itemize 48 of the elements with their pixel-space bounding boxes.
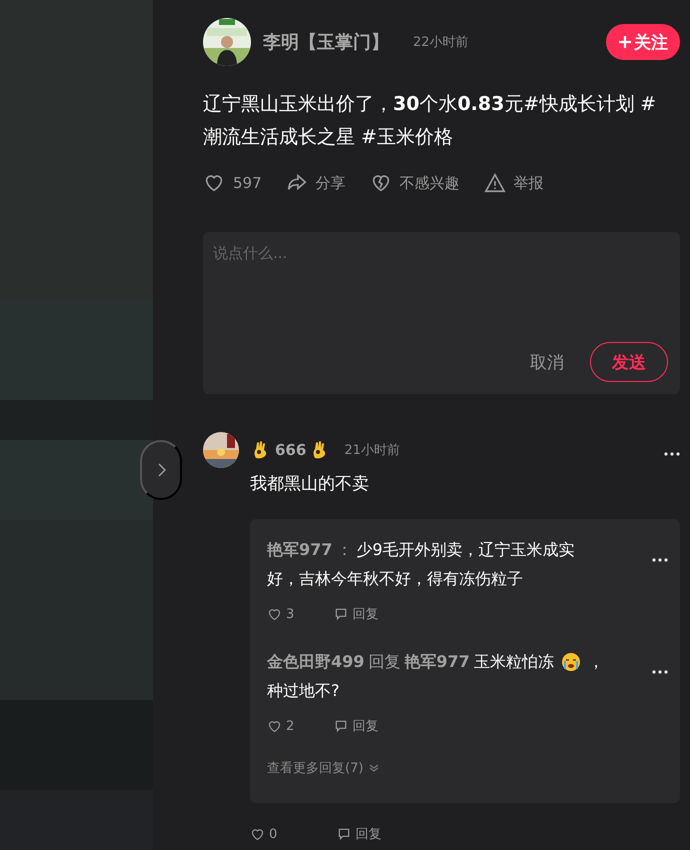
comment-icon — [334, 607, 348, 621]
reply-text: 玉米粒怕冻 — [474, 651, 554, 673]
comment-icon — [334, 719, 348, 733]
ok-hand-icon — [253, 441, 269, 459]
like-count[interactable]: 0 — [250, 826, 278, 842]
warning-icon — [484, 172, 506, 194]
reply-text: 好，吉林今年秋不好，得有冻伤粒子 — [267, 568, 523, 590]
like-button[interactable]: 597 — [203, 172, 262, 194]
commenter-name[interactable]: 666 — [275, 441, 306, 459]
heart-icon — [267, 606, 282, 622]
separator: ： — [336, 539, 352, 561]
like-count[interactable]: 3 — [267, 606, 294, 622]
more-icon — [652, 670, 668, 674]
comment-time: 21小时前 — [344, 442, 400, 459]
reply-label: 回复 — [368, 651, 400, 673]
author-name[interactable]: 李明【玉掌门】 — [263, 30, 389, 54]
cancel-button[interactable]: 取消 — [524, 350, 570, 374]
chevron-down-icon — [369, 763, 380, 773]
view-more-replies[interactable]: 查看更多回复(7) — [267, 759, 380, 777]
comment-icon — [337, 827, 352, 841]
reply-text: ， — [588, 651, 604, 673]
reply-text: 少9毛开外别卖，辽宁玉米成实 — [356, 539, 575, 561]
heart-icon — [267, 718, 282, 734]
reply-author[interactable]: 金色田野499 — [267, 647, 364, 676]
reply-button[interactable]: 回复 — [334, 605, 378, 623]
comment-text: 我都黑山的不卖 — [250, 473, 370, 495]
reply-button[interactable]: 回复 — [337, 825, 382, 843]
avatar[interactable] — [203, 18, 251, 66]
follow-button[interactable]: 关注 — [606, 24, 680, 60]
share-button[interactable]: 分享 — [286, 172, 346, 194]
plus-icon — [618, 35, 632, 49]
reply-author[interactable]: 艳军977 — [267, 535, 332, 564]
avatar[interactable] — [203, 432, 239, 468]
more-icon — [652, 558, 668, 562]
expand-button[interactable] — [140, 440, 182, 500]
comment-input[interactable]: 说点什么... — [213, 244, 668, 262]
post-caption: 辽宁黑山玉米出价了，30个水0.83元#快成长计划 #潮流生活成长之星 #玉米价格 — [203, 92, 658, 150]
dislike-button[interactable]: 不感兴趣 — [370, 172, 460, 194]
reply-target[interactable]: 艳军977 — [404, 647, 470, 676]
reply-text: 种过地不? — [267, 680, 340, 702]
chevron-icon — [158, 463, 166, 477]
more-icon — [664, 452, 680, 456]
like-count[interactable]: 2 — [267, 718, 294, 734]
heart-icon — [250, 826, 265, 842]
post-time: 22小时前 — [413, 34, 469, 51]
reply-button[interactable]: 回复 — [334, 717, 378, 735]
send-button[interactable]: 发送 — [590, 342, 668, 382]
report-button[interactable]: 举报 — [484, 172, 544, 194]
